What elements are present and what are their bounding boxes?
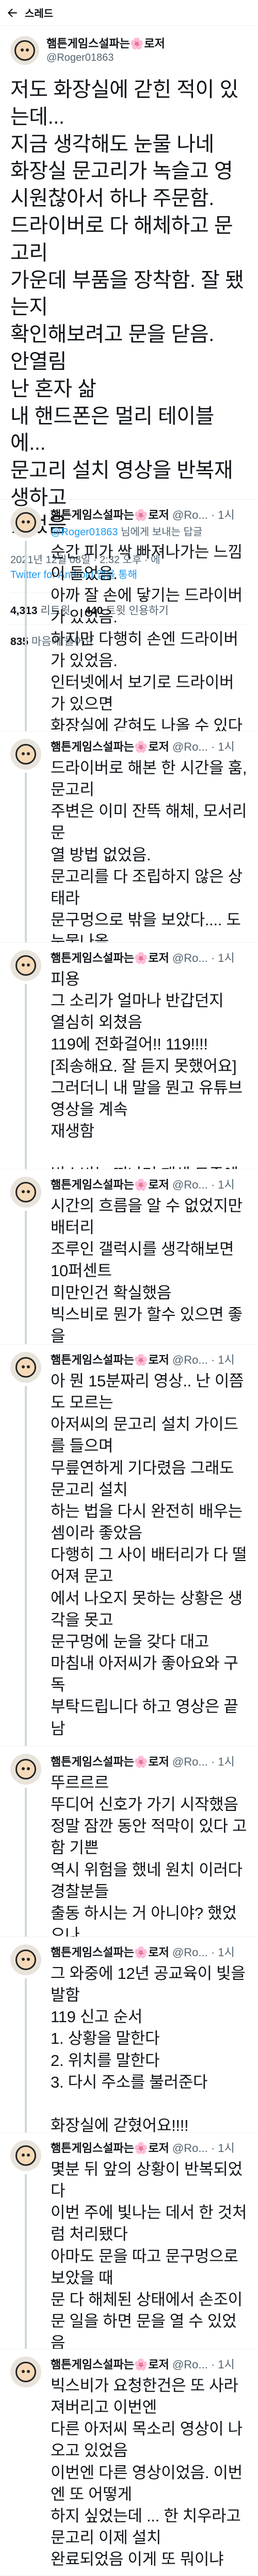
avatar[interactable] (10, 1352, 41, 1383)
reply-meta: @Ro... · 1시 (172, 509, 235, 521)
reply-tweet[interactable]: 햄튼게임스설파는🌸로저 @Ro... · 1시그 와중에 12년 공교육이 빛을… (0, 1937, 258, 2133)
reply-text: 드라이버로 해본 한 시간을 훔, 문고리 주변은 이미 잔뜩 해체, 모서리 … (51, 759, 247, 943)
reply-tweet[interactable]: 햄튼게임스설파는🌸로저 @Ro... · 1시시간의 흐름을 알 수 없었지만 … (0, 1170, 258, 1345)
avatar-face (15, 1357, 36, 1378)
avatar[interactable] (10, 1754, 41, 1785)
main-tweet-text: 저도 화장실에 갇힌 적이 있는데... 지금 생각해도 눈물 나네 화장실 문… (10, 78, 244, 536)
thread-line (25, 1788, 27, 1937)
reply-author-name[interactable]: 햄튼게임스설파는🌸로저 (51, 952, 169, 964)
reply-text: 시간의 흐름을 알 수 없었지만 배터리 조루인 갤럭시를 생각해보면 10퍼센… (51, 1197, 243, 1345)
thread-line (25, 1211, 27, 1344)
avatar[interactable] (10, 950, 41, 981)
reply-text: 순간 피가 싹 빠져나가는 느낌이 들었음. 아까 잘 손에 닿기는 드라이버가… (51, 543, 243, 732)
reply-author-name[interactable]: 햄튼게임스설파는🌸로저 (51, 1755, 169, 1768)
reply-meta: @Ro... · 1시 (172, 2358, 235, 2371)
reply-tweet[interactable]: 햄튼게임스설파는🌸로저 @Ro... · 1시피용 그 소리가 얼마나 반갑던지… (0, 943, 258, 1170)
reply-meta: @Ro... · 1시 (172, 1178, 235, 1191)
avatar-face (15, 1759, 36, 1780)
reply-tweet[interactable]: 햄튼게임스설파는🌸로저 @Ro... · 1시 @Roger01863 님에게 보… (0, 500, 258, 732)
avatar[interactable] (10, 739, 41, 770)
avatar-face (15, 744, 36, 765)
reply-text: 빅스비가 요청한건은 또 사라져버리고 이번엔 다른 아저씨 목소리 영상이 나… (51, 2377, 243, 2569)
reply-meta: @Ro... · 1시 (172, 2142, 235, 2155)
reply-to-mention[interactable]: @Roger01863 (51, 527, 118, 538)
avatar[interactable] (10, 507, 41, 538)
reply-text: 피용 그 소리가 얼마나 반갑던지 열심히 외쳤음 119에 전화걸어!! 11… (51, 970, 243, 1169)
avatar[interactable] (10, 36, 39, 65)
reply-to-suffix: 님에게 보내는 답글 (118, 527, 203, 538)
reply-author-name[interactable]: 햄튼게임스설파는🌸로저 (51, 740, 169, 753)
thread-line (25, 2174, 27, 2349)
reply-tweet[interactable]: 햄튼게임스설파는🌸로저 @Ro... · 1시드라이버로 해본 한 시간을 훔,… (0, 732, 258, 943)
avatar-face (15, 955, 36, 976)
reply-text: 그 와중에 12년 공교육이 빛을 발함 119 신고 순서 1. 상황을 말한… (51, 1964, 246, 2133)
reply-author-name[interactable]: 햄튼게임스설파는🌸로저 (51, 1946, 169, 1959)
avatar[interactable] (10, 2140, 41, 2171)
arrow-left-icon[interactable] (0, 0, 25, 26)
reply-tweet[interactable]: 햄튼게임스설파는🌸로저 @Ro... · 1시뚜르르르 뚜디어 신호가 가기 시… (0, 1747, 258, 1937)
reply-meta: @Ro... · 1시 (172, 1946, 235, 1959)
thread-line (25, 1978, 27, 2132)
author-name[interactable]: 햄튼게임스설파는🌸로저 (46, 37, 165, 52)
page-title: 스레드 (25, 8, 54, 20)
avatar-face (15, 512, 36, 533)
reply-text: 몇분 뒤 앞의 상황이 반복되었다 이번 주에 빛나는 데서 한 것처럼 처리됐… (51, 2160, 247, 2349)
reply-meta: @Ro... · 1시 (172, 1353, 235, 1366)
reply-author-name[interactable]: 햄튼게임스설파는🌸로저 (51, 1353, 169, 1366)
avatar-face (15, 2362, 36, 2382)
thread-line (25, 541, 27, 731)
avatar[interactable] (10, 1944, 41, 1975)
main-tweet: 햄튼게임스설파는🌸로저 @Roger01863 저도 화장실에 갇힌 적이 있는… (0, 26, 258, 648)
reply-author-name[interactable]: 햄튼게임스설파는🌸로저 (51, 2142, 169, 2155)
thread-line (25, 1386, 27, 1746)
author-handle[interactable]: @Roger01863 (46, 51, 165, 64)
reply-tweet[interactable]: 햄튼게임스설파는🌸로저 @Ro... · 1시몇분 뒤 앞의 상황이 반복되었다… (0, 2133, 258, 2349)
reply-author-name[interactable]: 햄튼게임스설파는🌸로저 (51, 509, 169, 521)
avatar-face (15, 1950, 36, 1970)
avatar-face (14, 40, 35, 61)
avatar-face (15, 2145, 36, 2166)
reply-author-name[interactable]: 햄튼게임스설파는🌸로저 (51, 1178, 169, 1191)
main-tweet-header: 햄튼게임스설파는🌸로저 @Roger01863 (10, 34, 248, 67)
thread-line (25, 773, 27, 942)
reply-to-line: @Roger01863 님에게 보내는 답글 (51, 523, 248, 538)
avatar[interactable] (10, 2357, 41, 2387)
reply-meta: @Ro... · 1시 (172, 952, 235, 964)
reply-meta: @Ro... · 1시 (172, 1755, 235, 1768)
avatar-face (15, 1182, 36, 1202)
avatar[interactable] (10, 1177, 41, 1208)
top-bar: 스레드 (0, 0, 258, 26)
reply-author-name[interactable]: 햄튼게임스설파는🌸로저 (51, 2358, 169, 2371)
reply-meta: @Ro... · 1시 (172, 740, 235, 753)
reply-text: 뚜르르르 뚜디어 신호가 가기 시작했음 정말 잠깐 동안 적막이 있다 고함 … (51, 1774, 247, 1937)
reply-text: 아 뭔 15분짜리 영상.. 난 이쯤도 모르는 아저씨의 문고리 설치 가이드… (51, 1372, 247, 1738)
thread-line (25, 984, 27, 1169)
reply-tweet[interactable]: 햄튼게임스설파는🌸로저 @Ro... · 1시빅스비가 요청한건은 또 사라져버… (0, 2349, 258, 2576)
reply-tweet[interactable]: 햄튼게임스설파는🌸로저 @Ro... · 1시아 뭔 15분짜리 영상.. 난 … (0, 1345, 258, 1747)
